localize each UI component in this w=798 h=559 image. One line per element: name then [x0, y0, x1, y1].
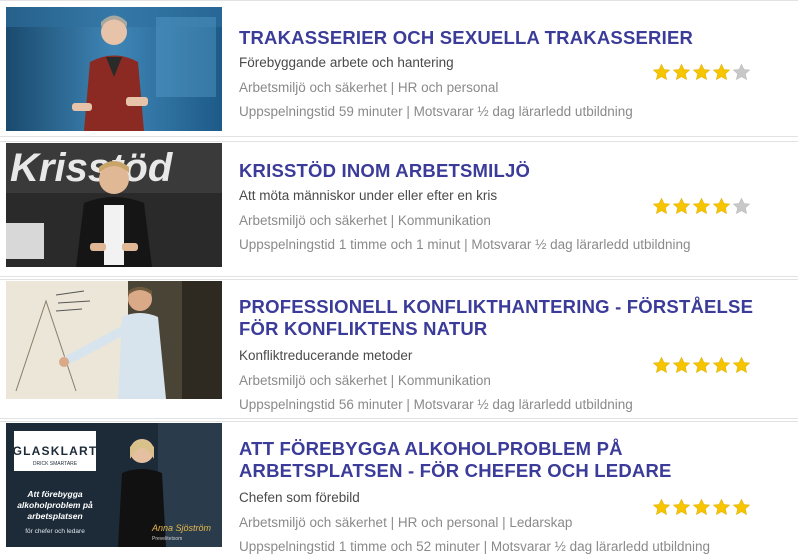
course-subtitle: Förebyggande arbete och hantering: [239, 55, 454, 70]
course-duration: Uppspelningstid 56 minuter | Motsvarar ½…: [239, 397, 633, 412]
rating-stars: [652, 498, 751, 517]
star-filled-icon: [712, 498, 731, 516]
course-subtitle: Chefen som förebild: [239, 490, 360, 505]
course-categories: Arbetsmiljö och säkerhet | Kommunikation: [239, 373, 491, 388]
star-filled-icon: [692, 63, 711, 81]
star-filled-icon: [672, 356, 691, 374]
thumbnail-presenter-name: Anna Sjöström: [151, 523, 212, 533]
course-thumbnail[interactable]: Krisstöd: [6, 143, 222, 267]
course-title-line[interactable]: ARBETSPLATSEN - FÖR CHEFER OCH LEDARE: [239, 460, 759, 482]
course-list: TRAKASSERIER OCH SEXUELLA TRAKASSERIER F…: [0, 0, 798, 559]
star-filled-icon: [732, 356, 751, 374]
thumbnail-presenter-role: Prevelitetsom: [152, 536, 182, 542]
rating-stars: [652, 197, 751, 216]
star-filled-icon: [672, 63, 691, 81]
course-categories: Arbetsmiljö och säkerhet | HR och person…: [239, 515, 573, 530]
star-filled-icon: [692, 498, 711, 516]
star-filled-icon: [652, 498, 671, 516]
thumbnail-caption-line: alkoholproblem på: [17, 500, 93, 510]
star-filled-icon: [712, 63, 731, 81]
star-filled-icon: [712, 197, 731, 215]
course-thumbnail[interactable]: GLASKLART DRICK SMARTARE Att förebygga a…: [6, 423, 222, 547]
rating-stars: [652, 63, 751, 82]
star-filled-icon: [652, 197, 671, 215]
course-thumbnail[interactable]: [6, 7, 222, 131]
course-title[interactable]: PROFESSIONELL KONFLIKTHANTERING - FÖRSTÅ…: [239, 296, 759, 340]
course-title[interactable]: KRISSTÖD INOM ARBETSMILJÖ: [239, 160, 759, 182]
course-thumbnail[interactable]: [6, 281, 222, 399]
star-filled-icon: [672, 498, 691, 516]
star-empty-icon: [732, 197, 751, 215]
thumbnail-title-text: Krisstöd: [10, 146, 174, 190]
course-categories: Arbetsmiljö och säkerhet | Kommunikation: [239, 213, 491, 228]
rating-stars: [652, 356, 751, 375]
star-filled-icon: [652, 356, 671, 374]
course-title[interactable]: TRAKASSERIER OCH SEXUELLA TRAKASSERIER: [239, 27, 759, 49]
star-filled-icon: [732, 498, 751, 516]
thumbnail-caption-line: Att förebygga: [26, 489, 83, 499]
course-title-line[interactable]: TRAKASSERIER OCH SEXUELLA TRAKASSERIER: [239, 27, 759, 49]
star-filled-icon: [692, 356, 711, 374]
thumbnail-caption-line: arbetsplatsen: [27, 511, 82, 521]
thumbnail-caption-sub: för chefer och ledare: [25, 528, 85, 535]
course-card[interactable]: TRAKASSERIER OCH SEXUELLA TRAKASSERIER F…: [0, 0, 798, 137]
star-filled-icon: [712, 356, 731, 374]
star-filled-icon: [652, 63, 671, 81]
course-title-line[interactable]: KRISSTÖD INOM ARBETSMILJÖ: [239, 160, 759, 182]
star-filled-icon: [692, 197, 711, 215]
thumbnail-logo-sub: DRICK SMARTARE: [33, 461, 78, 467]
course-title[interactable]: ATT FÖREBYGGA ALKOHOLPROBLEM PÅ ARBETSPL…: [239, 438, 759, 482]
course-title-line[interactable]: ATT FÖREBYGGA ALKOHOLPROBLEM PÅ: [239, 438, 759, 460]
course-card[interactable]: Krisstöd KRISSTÖD INOM ARBETSMILJÖ Att m…: [0, 141, 798, 277]
star-filled-icon: [672, 197, 691, 215]
course-card[interactable]: PROFESSIONELL KONFLIKTHANTERING - FÖRSTÅ…: [0, 279, 798, 419]
star-empty-icon: [732, 63, 751, 81]
course-title-line[interactable]: PROFESSIONELL KONFLIKTHANTERING - FÖRSTÅ…: [239, 296, 759, 318]
course-title-line[interactable]: FÖR KONFLIKTENS NATUR: [239, 318, 759, 340]
thumbnail-logo: GLASKLART: [13, 444, 98, 458]
course-categories: Arbetsmiljö och säkerhet | HR och person…: [239, 80, 499, 95]
course-subtitle: Konfliktreducerande metoder: [239, 348, 413, 363]
course-card[interactable]: GLASKLART DRICK SMARTARE Att förebygga a…: [0, 421, 798, 559]
course-subtitle: Att möta människor under eller efter en …: [239, 188, 498, 203]
course-duration: Uppspelningstid 1 timme och 52 minuter |…: [239, 539, 711, 554]
course-duration: Uppspelningstid 59 minuter | Motsvarar ½…: [239, 104, 633, 119]
course-duration: Uppspelningstid 1 timme och 1 minut | Mo…: [239, 237, 691, 252]
